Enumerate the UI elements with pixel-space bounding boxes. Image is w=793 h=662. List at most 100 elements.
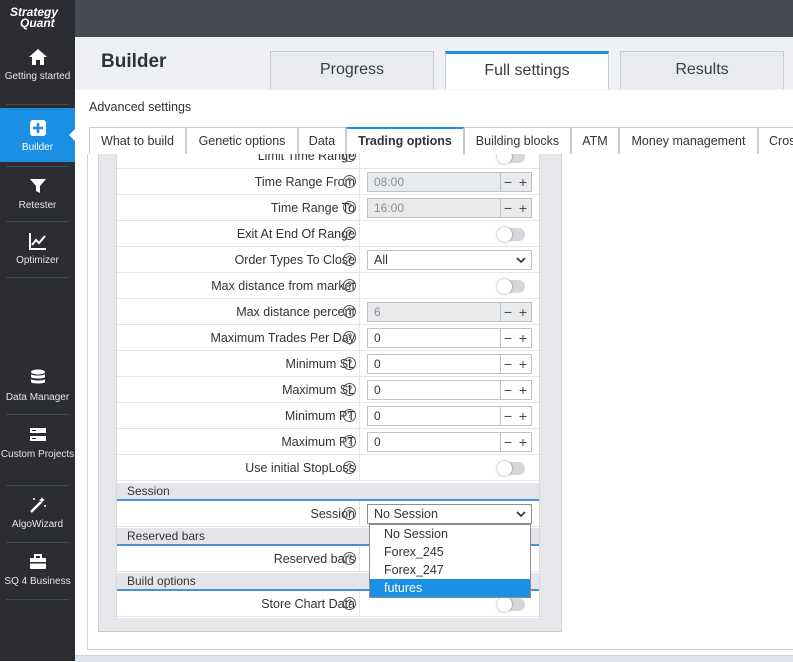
help-icon[interactable]: ? [343, 279, 356, 292]
help-icon[interactable]: ? [343, 461, 356, 474]
session-select[interactable]: No Session [367, 504, 532, 524]
chevron-down-icon [516, 511, 526, 518]
setting-exit-at-end-of-range: Exit At End Of Range ? [117, 221, 539, 247]
increment-button[interactable]: + [516, 433, 530, 451]
help-icon[interactable]: ? [343, 597, 356, 610]
setting-max-distance-from-market: Max distance from market ? [117, 273, 539, 299]
min-sl-input[interactable]: 0 − + [367, 354, 532, 374]
help-icon[interactable]: ? [343, 552, 356, 565]
setting-label: Limit Time Range [257, 154, 355, 163]
sidebar-item-optimizer[interactable]: Optimizer [0, 231, 75, 271]
select-value: No Session [374, 507, 438, 521]
input-value: 0 [374, 331, 381, 345]
subtab-what-to-build[interactable]: What to build [89, 127, 186, 154]
limit-time-range-toggle[interactable] [497, 154, 525, 164]
help-icon[interactable]: ? [343, 175, 356, 188]
help-icon[interactable]: ? [343, 331, 356, 344]
chart-line-icon [28, 233, 46, 250]
decrement-button[interactable]: − [501, 303, 515, 321]
min-pt-input[interactable]: 0 − + [367, 406, 532, 426]
dropdown-option[interactable]: Forex_245 [370, 543, 530, 561]
max-pt-input[interactable]: 0 − + [367, 432, 532, 452]
decrement-button[interactable]: − [501, 329, 515, 347]
use-initial-sl-toggle[interactable] [497, 461, 525, 476]
decrement-button[interactable]: − [501, 407, 515, 425]
help-icon[interactable]: ? [343, 253, 356, 266]
increment-button[interactable]: + [516, 303, 530, 321]
sidebar-item-data-manager[interactable]: Data Manager [0, 368, 75, 408]
subtab-money-management[interactable]: Money management [619, 127, 758, 154]
sidebar-item-custom-projects[interactable]: Custom Projects [0, 425, 75, 479]
session-dropdown-list: No Session Forex_245 Forex_247 futures [369, 524, 531, 598]
sidebar-item-label: Getting started [4, 71, 71, 82]
section-title: Session [127, 484, 170, 498]
max-trades-input[interactable]: 0 − + [367, 328, 532, 348]
subtab-genetic-options[interactable]: Genetic options [186, 127, 298, 154]
tab-results[interactable]: Results [620, 51, 784, 89]
help-icon[interactable]: ? [343, 409, 356, 422]
sidebar-item-label: Builder [21, 142, 54, 153]
increment-button[interactable]: + [516, 329, 530, 347]
dropdown-option[interactable]: Forex_247 [370, 561, 530, 579]
help-icon[interactable]: ? [343, 305, 356, 318]
sidebar-item-getting-started[interactable]: Getting started [0, 47, 75, 101]
setting-order-types-to-close: Order Types To Close ? All [117, 247, 539, 273]
plus-square-icon [29, 120, 46, 136]
tab-full-settings[interactable]: Full settings [445, 51, 609, 89]
subtab-building-blocks[interactable]: Building blocks [464, 127, 571, 154]
increment-button[interactable]: + [516, 407, 530, 425]
help-icon[interactable]: ? [343, 357, 356, 370]
setting-maximum-pt: Maximum PT ? 0 − + [117, 429, 539, 455]
increment-button[interactable]: + [516, 355, 530, 373]
store-chart-data-toggle[interactable] [497, 597, 525, 612]
sidebar-item-retester[interactable]: Retester [0, 176, 75, 216]
tab-progress[interactable]: Progress [270, 51, 434, 89]
max-sl-input[interactable]: 0 − + [367, 380, 532, 400]
help-icon[interactable]: ? [343, 507, 356, 520]
input-value: 0 [374, 357, 381, 371]
increment-button[interactable]: + [516, 199, 530, 217]
decrement-button[interactable]: − [501, 173, 515, 191]
toggle-knob [497, 154, 512, 164]
active-indicator [69, 128, 76, 142]
sidebar-item-sq4-business[interactable]: SQ 4 Business [0, 552, 75, 592]
decrement-button[interactable]: − [501, 381, 515, 399]
sidebar-item-algowizard[interactable]: AlgoWizard [0, 495, 75, 535]
magic-wand-icon [29, 497, 46, 513]
time-range-from-input[interactable]: 08:00 − + [367, 172, 532, 192]
help-icon[interactable]: ? [343, 435, 356, 448]
help-icon[interactable]: ? [343, 227, 356, 240]
order-types-select[interactable]: All [367, 250, 532, 270]
subtab-trading-options[interactable]: Trading options [346, 127, 464, 154]
sidebar-item-builder[interactable]: Builder [0, 108, 76, 162]
toggle-knob [497, 597, 512, 612]
setting-label: Use initial StopLoss [245, 461, 355, 475]
help-icon[interactable]: ? [343, 201, 356, 214]
increment-button[interactable]: + [516, 381, 530, 399]
max-distance-market-toggle[interactable] [497, 279, 525, 294]
subtab-atm[interactable]: ATM [571, 127, 619, 154]
toggle-knob [497, 227, 512, 242]
decrement-button[interactable]: − [501, 355, 515, 373]
dropdown-option[interactable]: No Session [370, 525, 530, 543]
setting-time-range-from: Time Range From ? 08:00 − + [117, 169, 539, 195]
decrement-button[interactable]: − [501, 433, 515, 451]
setting-label: Max distance percent [236, 305, 355, 319]
setting-limit-time-range: Limit Time Range ? [117, 154, 539, 169]
time-range-to-input[interactable]: 16:00 − + [367, 198, 532, 218]
subtab-cros[interactable]: Cros [758, 127, 793, 154]
section-title: Reserved bars [127, 529, 206, 543]
help-icon[interactable]: ? [343, 383, 356, 396]
column-divider [359, 429, 360, 455]
max-distance-percent-input[interactable]: 6 − + [367, 302, 532, 322]
increment-button[interactable]: + [516, 173, 530, 191]
app-logo: Strategy Quant [0, 0, 75, 40]
exit-at-end-toggle[interactable] [497, 227, 525, 242]
dropdown-option-highlighted[interactable]: futures [370, 579, 530, 597]
input-value: 0 [374, 409, 381, 423]
page-header: Builder Progress Full settings Results [75, 37, 793, 90]
decrement-button[interactable]: − [501, 199, 515, 217]
home-icon [28, 49, 47, 65]
chevron-down-icon [516, 257, 526, 264]
subtab-data[interactable]: Data [298, 127, 346, 154]
